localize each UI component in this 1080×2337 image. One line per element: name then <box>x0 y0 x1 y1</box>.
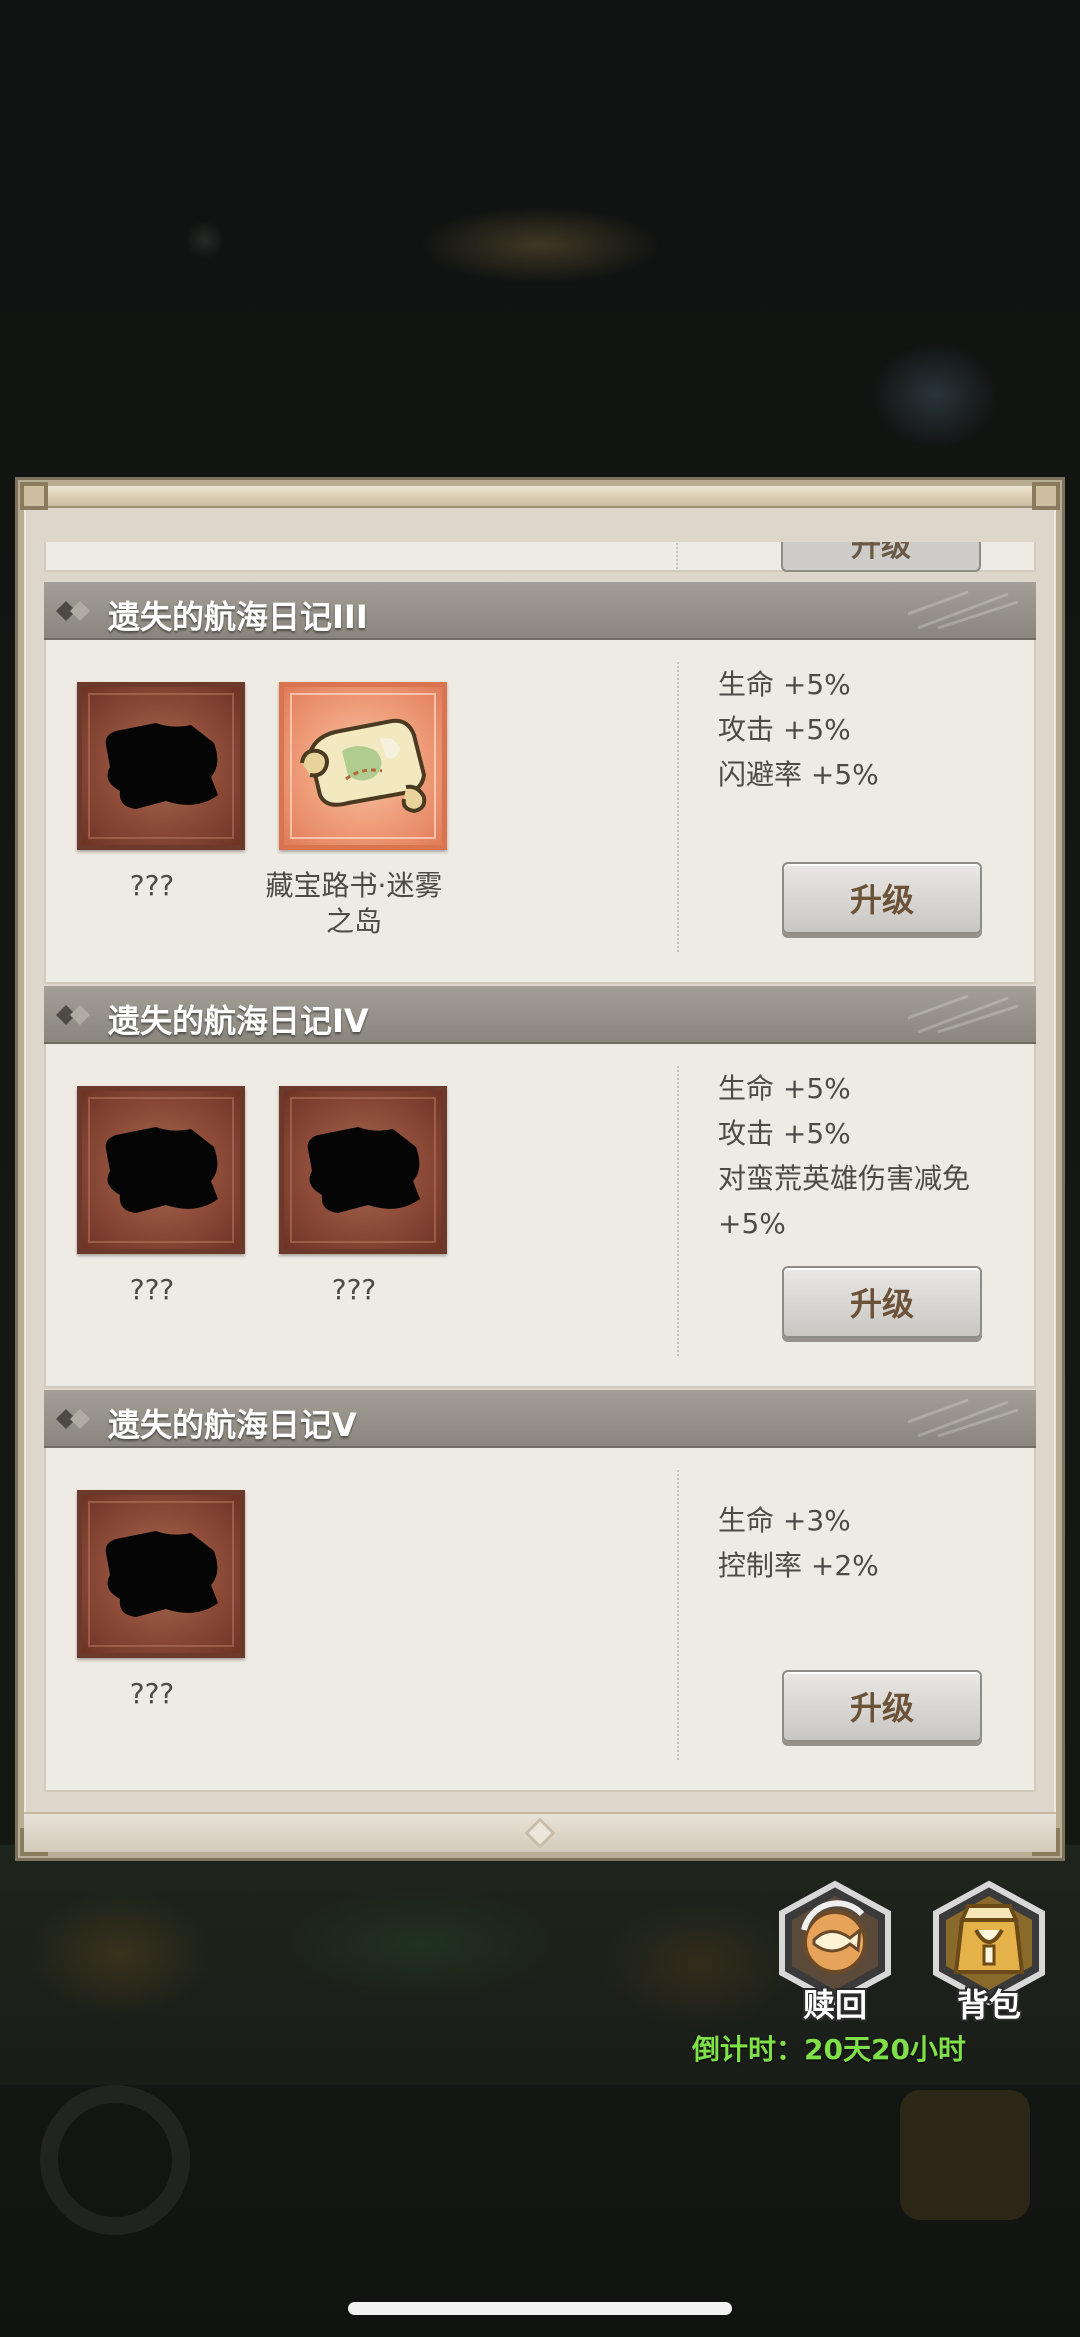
panel-bottom-border <box>24 1812 1056 1852</box>
corner-ornament <box>20 482 48 510</box>
corner-ornament <box>1032 482 1060 510</box>
stat-bonus-list: 生命 +3% 控制率 +2% <box>718 1498 879 1588</box>
panel-top-border <box>24 486 1056 508</box>
stat-bonus: 攻击 +5% <box>718 713 851 746</box>
scroll-silhouette-icon <box>105 1127 218 1213</box>
collectible-item[interactable]: ??? <box>54 1086 245 1308</box>
section-body: ??? 藏宝路书·迷雾之岛 生命 +5% 攻击 +5% 闪避率 +5% 升级 <box>44 640 1036 984</box>
chevron-right-icon <box>56 601 90 621</box>
stat-bonus: 生命 +5% <box>718 1072 851 1105</box>
backpack-button[interactable]: 背包 <box>924 1880 1054 2024</box>
column-divider <box>677 1470 679 1760</box>
scroll-silhouette-icon <box>307 1127 420 1213</box>
stat-bonus-list: 生命 +5% 攻击 +5% 闪避率 +5% <box>718 662 879 797</box>
stat-bonus: 生命 +3% <box>718 1504 851 1537</box>
compass-decoration-icon <box>908 1398 1018 1438</box>
collectible-item[interactable]: ??? <box>256 1086 447 1308</box>
item-name: ??? <box>129 869 175 902</box>
item-name: ??? <box>129 1677 175 1710</box>
column-divider <box>677 662 679 952</box>
stat-bonus: 攻击 +5% <box>718 1117 851 1150</box>
section-header: 遗失的航海日记IV <box>44 986 1036 1044</box>
stat-bonus: 控制率 +2% <box>718 1549 879 1582</box>
journal-section: 遗失的航海日记IV ??? ??? 生命 +5% 攻击 +5% 对蛮荒英雄伤害减… <box>44 986 1036 1388</box>
background-joystick <box>40 2085 190 2235</box>
collectible-item[interactable]: 藏宝路书·迷雾之岛 <box>256 682 447 940</box>
section-body: ??? 生命 +3% 控制率 +2% 升级 <box>44 1448 1036 1792</box>
scroll-silhouette-icon <box>105 1531 218 1617</box>
journal-list[interactable]: 升级 遗失的航海日记III ??? 藏宝路书·迷雾之岛 生命 +5% 攻击 +5… <box>44 542 1036 1806</box>
item-name: ??? <box>331 1273 377 1306</box>
item-name: ??? <box>129 1273 175 1306</box>
section-title: 遗失的航海日记IV <box>108 1002 369 1040</box>
countdown-timer: 倒计时：20天20小时 <box>692 2033 966 2066</box>
diamond-ornament-icon <box>524 1817 556 1849</box>
stat-bonus: 对蛮荒英雄伤害减免 <box>718 1162 971 1195</box>
stat-bonus: 生命 +5% <box>718 668 851 701</box>
previous-section-card: 升级 <box>44 542 1036 572</box>
section-header: 遗失的航海日记III <box>44 582 1036 640</box>
backpack-label: 背包 <box>956 1986 1021 2024</box>
background-menu-icon <box>900 2090 1030 2220</box>
collectible-item[interactable]: ??? <box>54 682 245 904</box>
stat-bonus: +5% <box>718 1207 786 1240</box>
stat-bonus: 闪避率 +5% <box>718 758 879 791</box>
compass-decoration-icon <box>908 994 1018 1034</box>
item-slot-locked[interactable] <box>279 1086 447 1254</box>
compass-decoration-icon <box>908 590 1018 630</box>
stat-bonus-list: 生命 +5% 攻击 +5% 对蛮荒英雄伤害减免 +5% <box>718 1066 970 1246</box>
journal-section: 遗失的航海日记III ??? 藏宝路书·迷雾之岛 生命 +5% 攻击 +5% 闪… <box>44 582 1036 984</box>
item-slot-unlocked[interactable] <box>279 682 447 850</box>
upgrade-button[interactable]: 升级 <box>782 1670 982 1742</box>
item-slot-locked[interactable] <box>77 682 245 850</box>
chevron-right-icon <box>56 1005 90 1025</box>
item-name: 藏宝路书·迷雾之岛 <box>265 869 443 938</box>
chevron-right-icon <box>56 1409 90 1429</box>
collectible-item[interactable]: ??? <box>54 1490 245 1712</box>
section-title: 遗失的航海日记V <box>108 1406 357 1444</box>
redeem-button[interactable]: 赎回 <box>770 1880 900 2024</box>
treasure-map-icon <box>300 718 427 814</box>
section-title: 遗失的航海日记III <box>108 598 368 636</box>
upgrade-button[interactable]: 升级 <box>781 542 981 572</box>
home-indicator[interactable] <box>348 2302 732 2315</box>
upgrade-button[interactable]: 升级 <box>782 1266 982 1338</box>
journal-section: 遗失的航海日记V ??? 生命 +3% 控制率 +2% 升级 <box>44 1390 1036 1792</box>
item-slot-locked[interactable] <box>77 1490 245 1658</box>
column-divider <box>677 1066 679 1356</box>
journal-panel: 升级 遗失的航海日记III ??? 藏宝路书·迷雾之岛 生命 +5% 攻击 +5… <box>18 480 1062 1858</box>
section-header: 遗失的航海日记V <box>44 1390 1036 1448</box>
column-divider <box>676 542 678 569</box>
redeem-label: 赎回 <box>802 1986 867 2024</box>
item-slot-locked[interactable] <box>77 1086 245 1254</box>
upgrade-button[interactable]: 升级 <box>782 862 982 934</box>
scroll-silhouette-icon <box>105 723 218 809</box>
section-body: ??? ??? 生命 +5% 攻击 +5% 对蛮荒英雄伤害减免 +5% 升级 <box>44 1044 1036 1388</box>
